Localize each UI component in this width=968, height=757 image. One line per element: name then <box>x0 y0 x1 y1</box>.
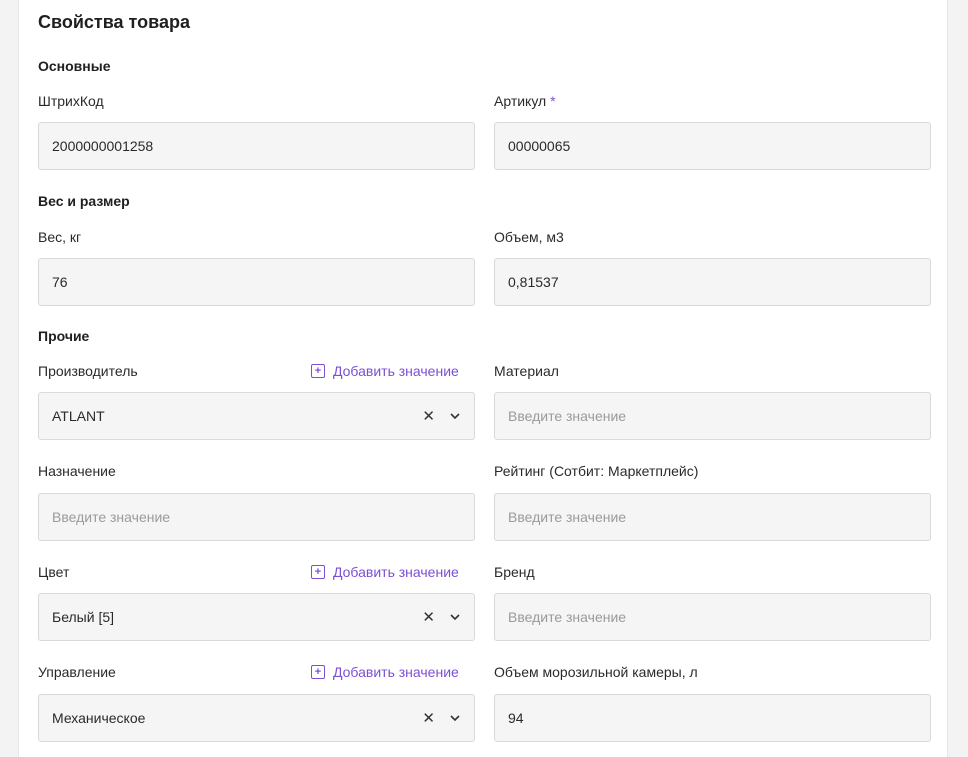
manufacturer-label: Производитель <box>38 363 138 379</box>
add-value-label: Добавить значение <box>333 564 459 580</box>
weight-label: Вес, кг <box>38 229 82 245</box>
plus-square-icon: + <box>311 364 325 378</box>
chevron-down-icon[interactable] <box>449 410 461 422</box>
brand-placeholder: Введите значение <box>508 609 627 625</box>
rating-field[interactable]: Введите значение <box>494 493 931 541</box>
plus-square-icon: + <box>311 665 325 679</box>
clear-icon[interactable]: ✕ <box>422 608 435 626</box>
weight-value: 76 <box>52 274 68 290</box>
manufacturer-select[interactable]: ATLANT ✕ <box>38 392 475 440</box>
chevron-down-icon[interactable] <box>449 712 461 724</box>
sku-field[interactable]: 00000065 <box>494 122 931 170</box>
volume-value: 0,81537 <box>508 274 559 290</box>
material-label: Материал <box>494 363 559 379</box>
freezer-volume-label: Объем морозильной камеры, л <box>494 664 698 680</box>
barcode-label: ШтрихКод <box>38 93 104 109</box>
color-select[interactable]: Белый [5] ✕ <box>38 593 475 641</box>
volume-field[interactable]: 0,81537 <box>494 258 931 306</box>
brand-label: Бренд <box>494 564 535 580</box>
purpose-placeholder: Введите значение <box>52 509 171 525</box>
freezer-volume-field[interactable]: 94 <box>494 694 931 742</box>
manufacturer-value: ATLANT <box>52 408 105 424</box>
section-other-heading: Прочие <box>38 328 90 344</box>
material-field[interactable]: Введите значение <box>494 392 931 440</box>
brand-field[interactable]: Введите значение <box>494 593 931 641</box>
material-placeholder: Введите значение <box>508 408 627 424</box>
color-add-value-button[interactable]: + Добавить значение <box>311 564 459 580</box>
color-value: Белый [5] <box>52 609 115 625</box>
plus-square-icon: + <box>311 565 325 579</box>
clear-icon[interactable]: ✕ <box>422 407 435 425</box>
control-label: Управление <box>38 664 116 680</box>
control-add-value-button[interactable]: + Добавить значение <box>311 664 459 680</box>
chevron-down-icon[interactable] <box>449 611 461 623</box>
required-mark: * <box>550 93 556 109</box>
rating-placeholder: Введите значение <box>508 509 627 525</box>
volume-label: Объем, м3 <box>494 229 564 245</box>
purpose-field[interactable]: Введите значение <box>38 493 475 541</box>
sku-label-text: Артикул <box>494 93 547 109</box>
page-title: Свойства товара <box>38 12 190 32</box>
sku-label: Артикул * <box>494 93 556 109</box>
barcode-value: 2000000001258 <box>52 138 154 154</box>
clear-icon[interactable]: ✕ <box>422 709 435 727</box>
section-basic-heading: Основные <box>38 58 111 74</box>
freezer-volume-value: 94 <box>508 710 524 726</box>
section-weight-size-heading: Вес и размер <box>38 193 130 209</box>
add-value-label: Добавить значение <box>333 363 459 379</box>
color-label: Цвет <box>38 564 70 580</box>
weight-field[interactable]: 76 <box>38 258 475 306</box>
purpose-label: Назначение <box>38 463 116 479</box>
rating-label: Рейтинг (Сотбит: Маркетплейс) <box>494 463 699 479</box>
barcode-field[interactable]: 2000000001258 <box>38 122 475 170</box>
sku-value: 00000065 <box>508 138 571 154</box>
add-value-label: Добавить значение <box>333 664 459 680</box>
manufacturer-add-value-button[interactable]: + Добавить значение <box>311 363 459 379</box>
control-select[interactable]: Механическое ✕ <box>38 694 475 742</box>
product-properties-card: Свойства товара Основные ШтрихКод Артику… <box>18 0 948 757</box>
control-value: Механическое <box>52 710 146 726</box>
